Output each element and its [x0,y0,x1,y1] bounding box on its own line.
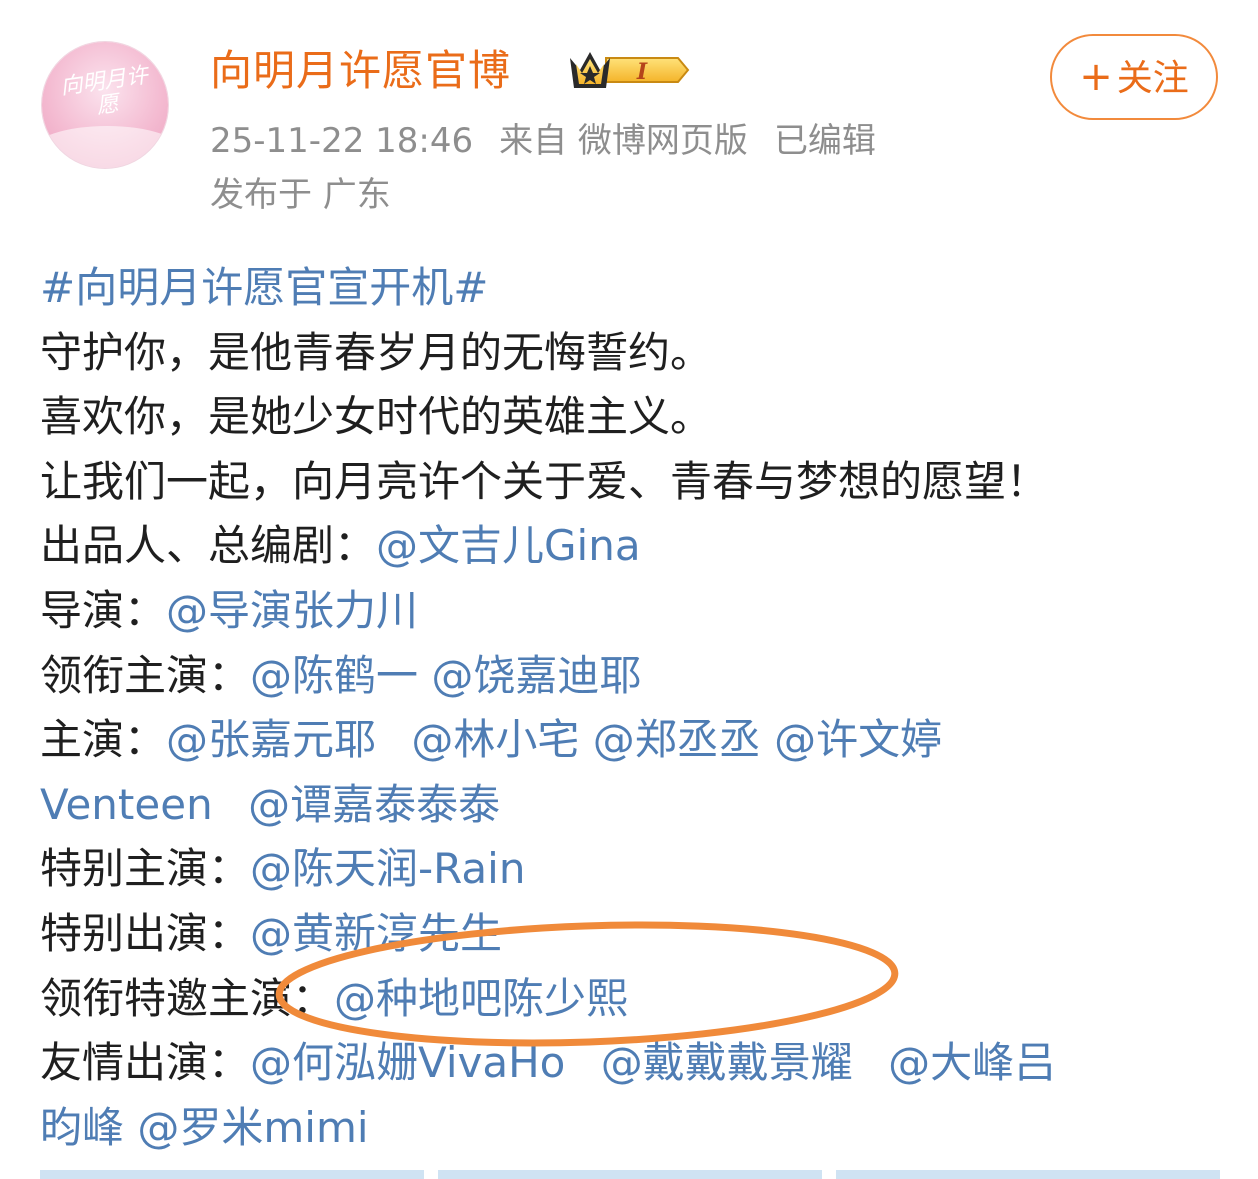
post-meta: 25-11-22 18:46 来自 微博网页版 已编辑 [210,118,876,164]
guest-lead-label: 领衔特邀主演： [40,973,335,1023]
post-edited[interactable]: 已编辑 [774,121,876,161]
mention-link[interactable]: @郑丞丞 [593,715,761,764]
special-appear-label: 特别出演： [40,908,251,958]
mention-link[interactable]: @陈天润-Rain [250,844,525,893]
mention-link[interactable]: @许文婷 [774,715,942,764]
mention-link[interactable]: @种地吧陈少熙 [334,974,628,1023]
mention-link[interactable]: @林小宅 [411,715,579,764]
follow-button[interactable]: + 关注 [1050,34,1218,120]
avatar-logo-text: 向明月许愿 [58,63,150,120]
mention-link[interactable]: @罗米mimi [137,1103,368,1152]
mention-link[interactable]: @陈鹤一 [250,651,418,700]
author-name[interactable]: 向明月许愿官博 [210,44,511,98]
mention-link[interactable]: @文吉儿Gina [376,521,641,570]
mention-link[interactable]: @大峰吕 [888,1038,1056,1087]
image-thumbnail[interactable] [40,1170,424,1179]
avatar-cloud [42,126,168,168]
crown-icon[interactable]: I [566,46,692,94]
mention-link[interactable]: @张嘉元耶 [166,715,376,764]
mention-link[interactable]: @黄新淳先生 [250,909,502,958]
director-label: 导演： [40,585,167,635]
friend-label: 友情出演： [40,1038,251,1088]
post-timestamp: 25-11-22 18:46 [210,121,474,161]
mention-link[interactable]: Venteen [40,780,213,829]
image-thumbnails [40,1170,1220,1179]
lead-label: 领衔主演： [40,650,251,700]
mention-link[interactable]: @谭嘉泰泰泰 [248,780,500,829]
plus-icon: + [1079,54,1113,100]
image-thumbnail[interactable] [438,1170,822,1179]
hashtag-link[interactable]: #向明月许愿官宣开机# [40,263,488,312]
producer-label: 出品人、总编剧： [40,521,377,571]
mention-link[interactable]: @饶嘉迪耶 [431,651,641,700]
mention-link[interactable]: @戴戴戴景耀 [601,1038,853,1087]
special-label: 特别主演： [40,844,251,894]
mention-link[interactable]: 昀峰 [40,1103,124,1152]
cast-label: 主演： [40,715,167,765]
content-line: 喜欢你，是她少女时代的英雄主义。 [40,392,713,442]
mention-link[interactable]: @导演张力川 [166,586,418,635]
post-source: 来自 微博网页版 [499,121,748,161]
post-content: #向明月许愿官宣开机# 守护你，是他青春岁月的无悔誓约。 喜欢你，是她少女时代的… [40,256,1230,1160]
vip-badge-text: I [636,59,648,85]
avatar[interactable]: 向明月许愿 [42,42,168,168]
content-line: 让我们一起，向月亮许个关于爱、青春与梦想的愿望！ [40,456,1049,506]
post-location: 发布于 广东 [210,175,391,215]
follow-label: 关注 [1116,58,1189,99]
content-line: 守护你，是他青春岁月的无悔誓约。 [40,327,713,377]
image-thumbnail[interactable] [836,1170,1220,1179]
mention-link[interactable]: @何泓姗VivaHo [250,1038,565,1087]
